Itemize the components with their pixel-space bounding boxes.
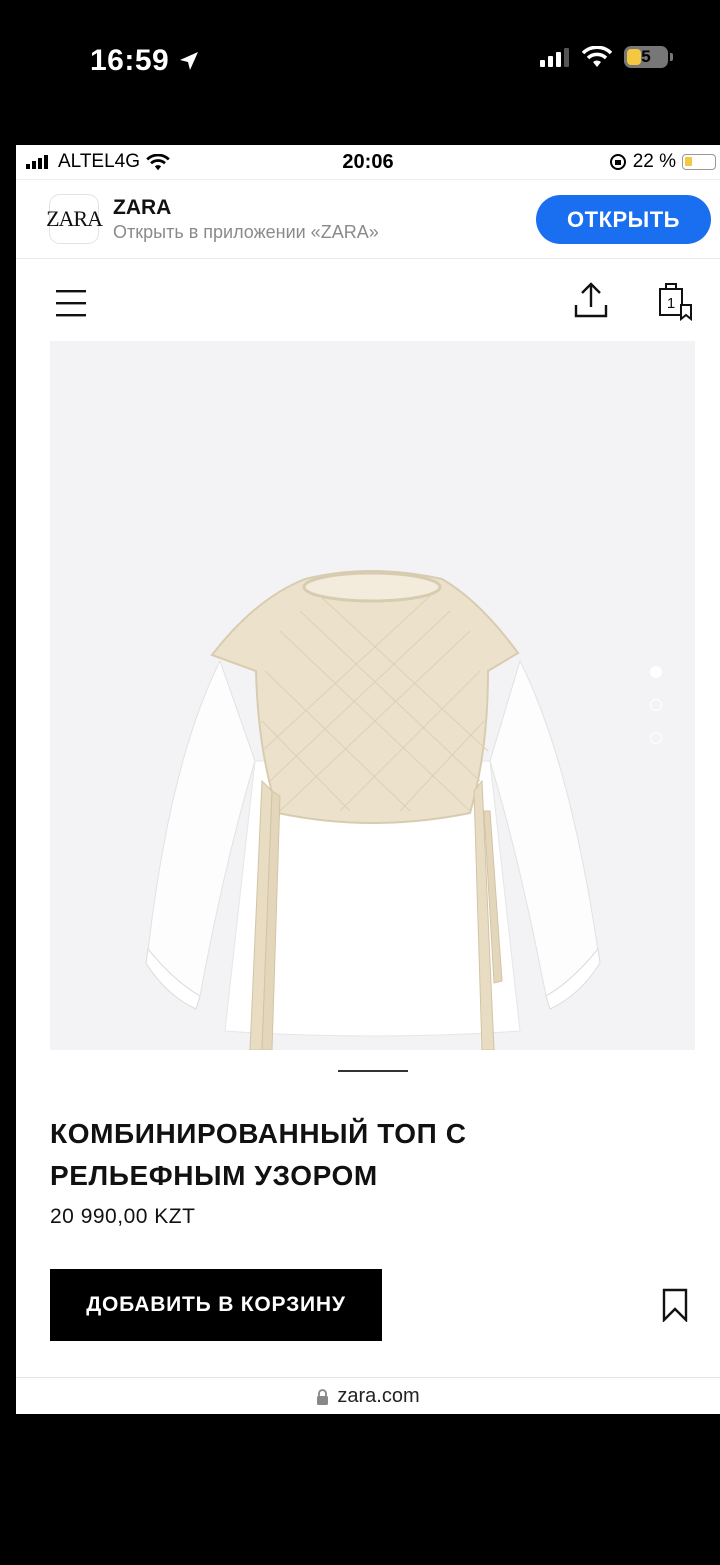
app-name: ZARA [113, 195, 172, 219]
outer-status-bar: 16:59 5 [0, 0, 720, 125]
app-icon[interactable]: ZARA [46, 194, 103, 244]
site-header: 1 [16, 259, 720, 341]
browser-screen: ALTEL4G 20:06 22 % ZARA ZARA Открыть в п… [16, 145, 720, 1414]
outer-clock: 16:59 [90, 44, 201, 78]
product-photo [145, 570, 601, 1051]
carousel-dot-3[interactable] [650, 732, 662, 744]
signal-icon [540, 48, 569, 67]
outer-time-text: 16:59 [90, 44, 170, 77]
inner-battery-info: 22 % [609, 151, 716, 173]
battery-icon: 5 [624, 46, 673, 68]
orientation-lock-icon [609, 154, 626, 170]
bookmark-icon[interactable] [661, 1288, 689, 1322]
address-bar[interactable]: zara.com [16, 1377, 720, 1414]
scroll-indicator [338, 1070, 408, 1072]
cart-count: 1 [667, 295, 675, 312]
carousel-dot-1[interactable] [650, 666, 662, 678]
shopping-bag-icon[interactable]: 1 [656, 281, 694, 322]
battery-icon [682, 154, 716, 170]
location-arrow-icon [180, 52, 199, 70]
share-icon[interactable] [574, 281, 608, 319]
battery-percent: 22 % [632, 151, 676, 172]
outer-status-icons: 5 [540, 46, 673, 68]
lock-icon [317, 1388, 329, 1405]
open-app-button[interactable]: ОТКРЫТЬ [536, 195, 711, 244]
wifi-icon [582, 46, 612, 67]
product-price: 20 990,00 KZT [50, 1205, 196, 1228]
battery-level: 5 [641, 47, 651, 66]
product-title: КОМБИНИРОВАННЫЙ ТОП С РЕЛЬЕФНЫМ УЗОРОМ [50, 1118, 467, 1191]
inner-status-bar: ALTEL4G 20:06 22 % [16, 145, 720, 179]
app-banner-text: ZARA Открыть в приложении «ZARA» [113, 196, 379, 243]
product-image[interactable] [50, 341, 695, 1051]
image-carousel-dots [650, 666, 662, 744]
add-to-cart-button[interactable]: ДОБАВИТЬ В КОРЗИНУ [50, 1269, 382, 1341]
address-url: zara.com [337, 1385, 420, 1407]
carousel-dot-2[interactable] [650, 699, 662, 711]
app-subtitle: Открыть в приложении «ZARA» [113, 221, 379, 242]
menu-icon[interactable] [56, 289, 86, 317]
smart-app-banner: ZARA ZARA Открыть в приложении «ZARA» ОТ… [16, 179, 720, 259]
